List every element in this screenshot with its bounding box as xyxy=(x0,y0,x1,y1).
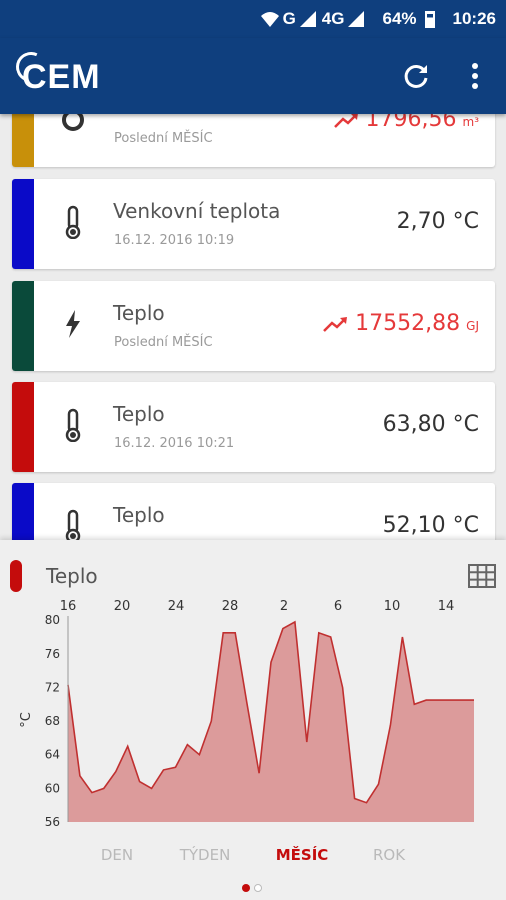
y-tick-label: 76 xyxy=(45,647,60,661)
table-icon[interactable] xyxy=(468,564,496,588)
x-tick-label: 10 xyxy=(384,600,401,614)
card-color-bar xyxy=(12,483,34,542)
y-tick-label: 64 xyxy=(45,748,60,762)
cem-logo: CEM xyxy=(11,47,101,97)
meter-icon xyxy=(62,114,84,131)
y-tick-label: 60 xyxy=(45,781,60,795)
refresh-icon[interactable] xyxy=(400,60,432,92)
x-tick-label: 14 xyxy=(438,600,455,614)
sensor-card[interactable]: Teplo 16.12. 2016 10:21 63,80 °C xyxy=(12,382,495,472)
chart-area-fill xyxy=(68,621,474,822)
page-dot[interactable] xyxy=(254,884,262,892)
network-type-4g: 4G xyxy=(321,9,345,28)
card-title: Venkovní teplota xyxy=(113,199,281,223)
card-subtitle: Poslední MĚSÍC xyxy=(114,335,213,350)
thermometer-icon xyxy=(65,205,81,239)
signal-icon xyxy=(299,11,316,27)
card-value: 17552,88 GJ xyxy=(323,311,479,336)
network-type: G xyxy=(282,9,296,28)
sensor-card[interactable]: Poslední MĚSÍC 1796,56 m³ xyxy=(12,114,495,167)
tab-week[interactable]: TÝDEN xyxy=(180,846,231,864)
battery-percent: 64% xyxy=(382,9,417,28)
tab-day[interactable]: DEN xyxy=(101,846,133,864)
chart-panel[interactable]: Teplo 16 20 24 28 2 6 10 14 80 76 72 68 64 60 56 °C DEN… xyxy=(0,540,506,900)
thermometer-icon xyxy=(65,408,81,442)
card-subtitle: 16.12. 2016 10:21 xyxy=(114,436,235,451)
clock: 10:26 xyxy=(452,9,496,28)
card-color-bar xyxy=(12,114,34,167)
series-color-marker xyxy=(10,560,22,592)
x-tick-label: 24 xyxy=(168,600,185,614)
period-tabs: DEN TÝDEN MĚSÍC ROK xyxy=(0,846,506,876)
card-value: 2,70 °C xyxy=(396,209,479,234)
tab-month[interactable]: MĚSÍC xyxy=(276,846,329,864)
signal-icon-2 xyxy=(348,11,365,27)
trend-up-icon xyxy=(333,114,358,128)
app-bar: CEM xyxy=(0,38,506,114)
card-value: 52,10 °C xyxy=(382,513,479,538)
more-vert-icon[interactable] xyxy=(462,60,488,92)
sensor-card[interactable]: Teplo 52,10 °C xyxy=(12,483,495,542)
battery-icon xyxy=(424,10,435,28)
tab-year[interactable]: ROK xyxy=(373,846,405,864)
status-bar: G 4G 64% 10:26 xyxy=(0,0,506,38)
x-tick-label: 6 xyxy=(334,600,342,614)
page-indicator xyxy=(242,884,266,894)
card-color-bar xyxy=(12,179,34,269)
sensor-card[interactable]: Teplo Poslední MĚSÍC 17552,88 GJ xyxy=(12,281,495,371)
x-tick-label: 28 xyxy=(222,600,239,614)
sensor-list[interactable]: Poslední MĚSÍC 1796,56 m³ Venkovní teplot… xyxy=(0,114,506,542)
card-value: 63,80 °C xyxy=(382,412,479,437)
x-tick-label: 20 xyxy=(114,600,131,614)
y-tick-label: 56 xyxy=(45,815,60,829)
chart-panel-title: Teplo xyxy=(46,564,98,588)
card-subtitle: 16.12. 2016 10:19 xyxy=(114,233,235,248)
card-title: Teplo xyxy=(113,503,165,527)
card-title: Teplo xyxy=(113,301,165,325)
page-dot-active[interactable] xyxy=(242,884,250,892)
y-tick-label: 72 xyxy=(45,680,60,694)
card-color-bar xyxy=(12,382,34,472)
y-tick-label: 80 xyxy=(45,613,60,627)
thermometer-icon xyxy=(65,509,81,542)
temperature-area-chart[interactable]: 16 20 24 28 2 6 10 14 80 76 72 68 64 60 56 °C xyxy=(0,600,506,830)
card-title: Teplo xyxy=(113,402,165,426)
x-tick-label: 2 xyxy=(280,600,288,614)
card-subtitle: Poslední MĚSÍC xyxy=(114,131,213,146)
card-value: 1796,56 m³ xyxy=(333,114,479,132)
x-tick-label: 16 xyxy=(60,600,77,614)
card-color-bar xyxy=(12,281,34,371)
sensor-card[interactable]: Venkovní teplota 16.12. 2016 10:19 2,70 … xyxy=(12,179,495,269)
lightning-icon xyxy=(66,310,80,338)
y-axis-label: °C xyxy=(19,712,34,728)
trend-up-icon xyxy=(323,316,348,332)
wifi-icon xyxy=(260,12,279,27)
y-tick-label: 68 xyxy=(45,714,60,728)
